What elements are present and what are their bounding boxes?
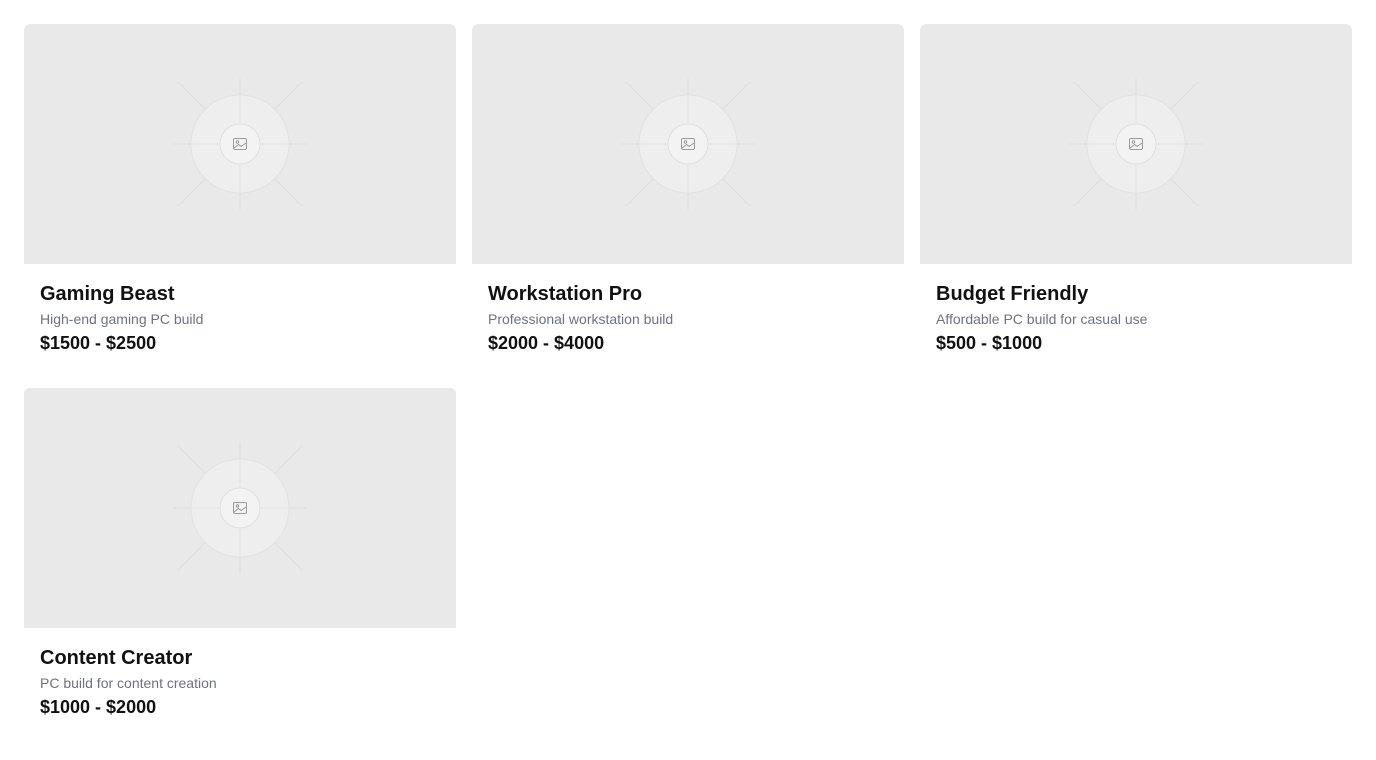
build-price-range: $1000 - $2000 [40, 697, 157, 717]
build-card-budget-friendly[interactable]: Budget Friendly Affordable PC build for … [920, 24, 1352, 364]
build-description: Affordable PC build for casual use [936, 311, 1148, 327]
build-description: High-end gaming PC build [40, 311, 204, 327]
build-price-range: $2000 - $4000 [488, 333, 605, 353]
build-image-placeholder [472, 24, 904, 264]
build-description: Professional workstation build [488, 311, 674, 327]
build-card-gaming-beast[interactable]: Gaming Beast High-end gaming PC build $1… [24, 24, 456, 364]
build-image-placeholder [920, 24, 1352, 264]
build-card-info: Budget Friendly Affordable PC build for … [920, 264, 1352, 355]
build-title: Workstation Pro [488, 283, 643, 305]
image-placeholder-icon [1129, 138, 1143, 150]
build-title: Content Creator [40, 647, 193, 669]
build-card-workstation-pro[interactable]: Workstation Pro Professional workstation… [472, 24, 904, 364]
build-card-content-creator[interactable]: Content Creator PC build for content cre… [24, 388, 456, 728]
image-placeholder-icon [233, 138, 247, 150]
image-placeholder-icon [681, 138, 695, 150]
build-price-range: $1500 - $2500 [40, 333, 157, 353]
build-image-placeholder [24, 24, 456, 264]
build-price-range: $500 - $1000 [936, 333, 1043, 353]
build-card-info: Workstation Pro Professional workstation… [472, 264, 904, 355]
build-description: PC build for content creation [40, 675, 217, 691]
image-placeholder-icon [233, 502, 247, 514]
build-card-info: Gaming Beast High-end gaming PC build $1… [24, 264, 456, 355]
build-card-grid: Gaming Beast High-end gaming PC build $1… [24, 24, 1352, 728]
build-title: Budget Friendly [936, 283, 1089, 305]
build-title: Gaming Beast [40, 283, 175, 305]
build-card-info: Content Creator PC build for content cre… [24, 628, 456, 719]
build-image-placeholder [24, 388, 456, 628]
